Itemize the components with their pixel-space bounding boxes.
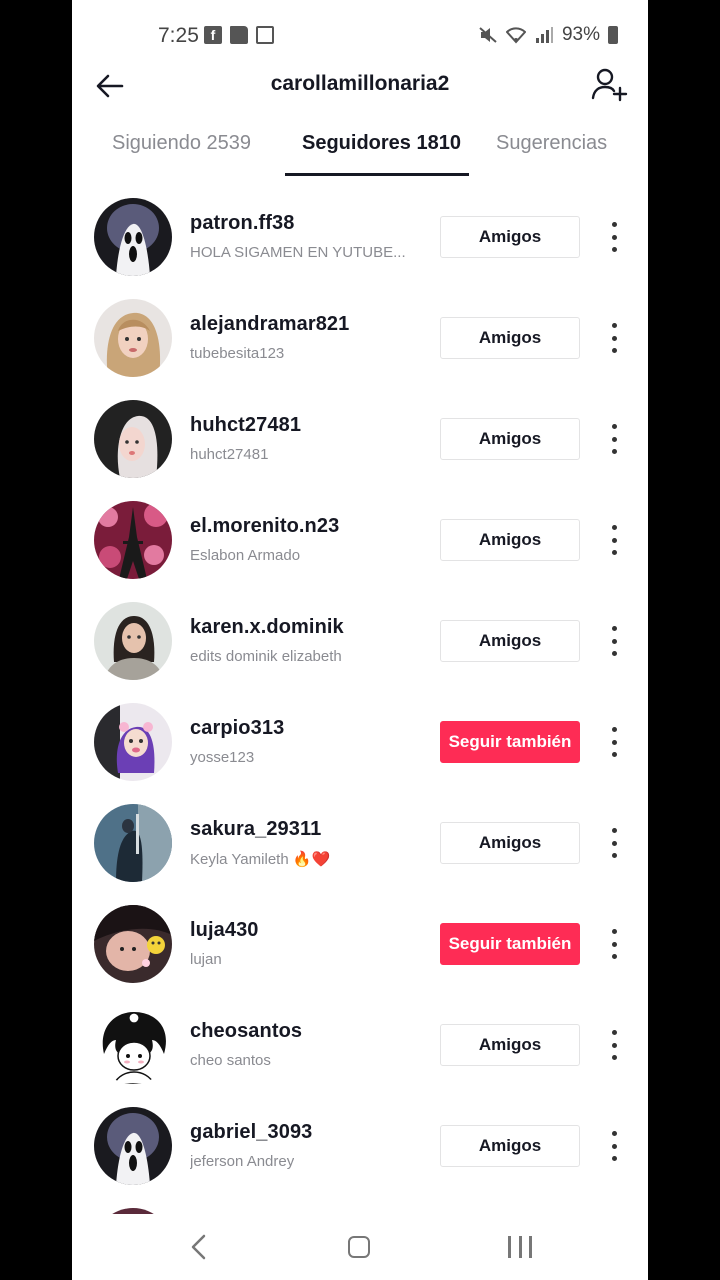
list-item[interactable]: el.morenito.n23 Eslabon Armado Amigos bbox=[72, 487, 648, 588]
username[interactable]: gabriel_3093 bbox=[190, 1121, 312, 1144]
nav-back-icon[interactable] bbox=[186, 1232, 212, 1262]
username[interactable]: sakura_29311 bbox=[190, 818, 321, 841]
more-vertical-icon[interactable] bbox=[602, 828, 626, 858]
friends-button[interactable]: Amigos bbox=[440, 519, 580, 561]
list-item[interactable]: patron.ff38 HOLA SIGAMEN EN YUTUBE... Am… bbox=[72, 184, 648, 285]
avatar[interactable] bbox=[94, 400, 172, 478]
more-vertical-icon[interactable] bbox=[602, 222, 626, 252]
status-time: 7:25 bbox=[158, 24, 199, 47]
more-vertical-icon[interactable] bbox=[602, 929, 626, 959]
avatar[interactable] bbox=[94, 905, 172, 983]
nav-home-icon[interactable] bbox=[348, 1236, 370, 1258]
list-item[interactable]: huhct27481 huhct27481 Amigos bbox=[72, 386, 648, 487]
username[interactable]: luja430 bbox=[190, 919, 259, 942]
follow-tabs: Siguiendo 2539 Seguidores 1810 Sugerenci… bbox=[72, 118, 648, 180]
nav-recents-icon[interactable] bbox=[508, 1236, 532, 1258]
wifi-icon bbox=[505, 27, 526, 44]
tab-suggestions[interactable]: Sugerencias bbox=[496, 132, 607, 155]
friends-button[interactable]: Amigos bbox=[440, 317, 580, 359]
list-item[interactable] bbox=[72, 1194, 648, 1214]
follow-back-button[interactable]: Seguir también bbox=[440, 923, 580, 965]
mute-icon bbox=[479, 27, 497, 43]
follow-back-button[interactable]: Seguir también bbox=[440, 721, 580, 763]
username[interactable]: alejandramar821 bbox=[190, 313, 349, 336]
more-vertical-icon[interactable] bbox=[602, 1131, 626, 1161]
nickname: Keyla Yamileth 🔥❤️ bbox=[190, 851, 331, 868]
add-user-icon[interactable] bbox=[590, 66, 628, 104]
list-item[interactable]: alejandramar821 tubebesita123 Amigos bbox=[72, 285, 648, 386]
more-vertical-icon[interactable] bbox=[602, 1030, 626, 1060]
list-item[interactable]: karen.x.dominik edits dominik elizabeth … bbox=[72, 588, 648, 689]
system-icons: 93% bbox=[478, 24, 618, 46]
nickname: yosse123 bbox=[190, 749, 255, 766]
nickname: huhct27481 bbox=[190, 446, 269, 463]
more-vertical-icon[interactable] bbox=[602, 626, 626, 656]
battery-icon bbox=[608, 26, 618, 44]
folder-icon bbox=[230, 26, 248, 44]
nickname: lujan bbox=[190, 951, 222, 968]
friends-button[interactable]: Amigos bbox=[440, 1024, 580, 1066]
avatar[interactable] bbox=[94, 602, 172, 680]
followers-screen: 7:25 f 93% carollamillonaria2 Siguiendo … bbox=[72, 0, 648, 1280]
avatar[interactable] bbox=[94, 804, 172, 882]
notification-icons: f bbox=[204, 26, 274, 44]
battery-percent: 93% bbox=[561, 24, 600, 45]
followers-list: patron.ff38 HOLA SIGAMEN EN YUTUBE... Am… bbox=[72, 184, 648, 1214]
username[interactable]: cheosantos bbox=[190, 1020, 302, 1043]
avatar[interactable] bbox=[94, 1107, 172, 1185]
image-icon bbox=[256, 26, 274, 44]
friends-button[interactable]: Amigos bbox=[440, 1125, 580, 1167]
username[interactable]: carpio313 bbox=[190, 717, 284, 740]
username[interactable]: patron.ff38 bbox=[190, 212, 294, 235]
more-vertical-icon[interactable] bbox=[602, 323, 626, 353]
list-item[interactable]: gabriel_3093 jeferson Andrey Amigos bbox=[72, 1093, 648, 1194]
friends-button[interactable]: Amigos bbox=[440, 216, 580, 258]
profile-header: carollamillonaria2 bbox=[72, 60, 648, 110]
username[interactable]: el.morenito.n23 bbox=[190, 515, 339, 538]
tab-followers[interactable]: Seguidores 1810 bbox=[302, 132, 461, 155]
more-vertical-icon[interactable] bbox=[602, 424, 626, 454]
more-vertical-icon[interactable] bbox=[602, 525, 626, 555]
nickname: HOLA SIGAMEN EN YUTUBE... bbox=[190, 244, 406, 261]
avatar[interactable] bbox=[94, 299, 172, 377]
nickname: Eslabon Armado bbox=[190, 547, 301, 564]
friends-button[interactable]: Amigos bbox=[440, 822, 580, 864]
nickname: cheo santos bbox=[190, 1052, 271, 1069]
avatar[interactable] bbox=[94, 501, 172, 579]
list-item[interactable]: sakura_29311 Keyla Yamileth 🔥❤️ Amigos bbox=[72, 790, 648, 891]
page-title: carollamillonaria2 bbox=[270, 72, 450, 95]
nickname: jeferson Andrey bbox=[190, 1153, 295, 1170]
username[interactable]: huhct27481 bbox=[190, 414, 301, 437]
more-vertical-icon[interactable] bbox=[602, 727, 626, 757]
active-tab-indicator bbox=[285, 173, 469, 176]
avatar[interactable] bbox=[94, 1006, 172, 1084]
friends-button[interactable]: Amigos bbox=[440, 418, 580, 460]
avatar[interactable] bbox=[94, 703, 172, 781]
avatar[interactable] bbox=[94, 198, 172, 276]
tab-following[interactable]: Siguiendo 2539 bbox=[112, 132, 251, 155]
username[interactable]: karen.x.dominik bbox=[190, 616, 344, 639]
friends-button[interactable]: Amigos bbox=[440, 620, 580, 662]
list-item[interactable]: cheosantos cheo santos Amigos bbox=[72, 992, 648, 1093]
nickname: tubebesita123 bbox=[190, 345, 285, 362]
system-nav-bar bbox=[72, 1214, 648, 1280]
nickname: edits dominik elizabeth bbox=[190, 648, 342, 665]
list-item[interactable]: luja430 lujan Seguir también bbox=[72, 891, 648, 992]
list-item[interactable]: carpio313 yosse123 Seguir también bbox=[72, 689, 648, 790]
signal-icon bbox=[535, 27, 553, 43]
facebook-icon: f bbox=[204, 26, 222, 44]
